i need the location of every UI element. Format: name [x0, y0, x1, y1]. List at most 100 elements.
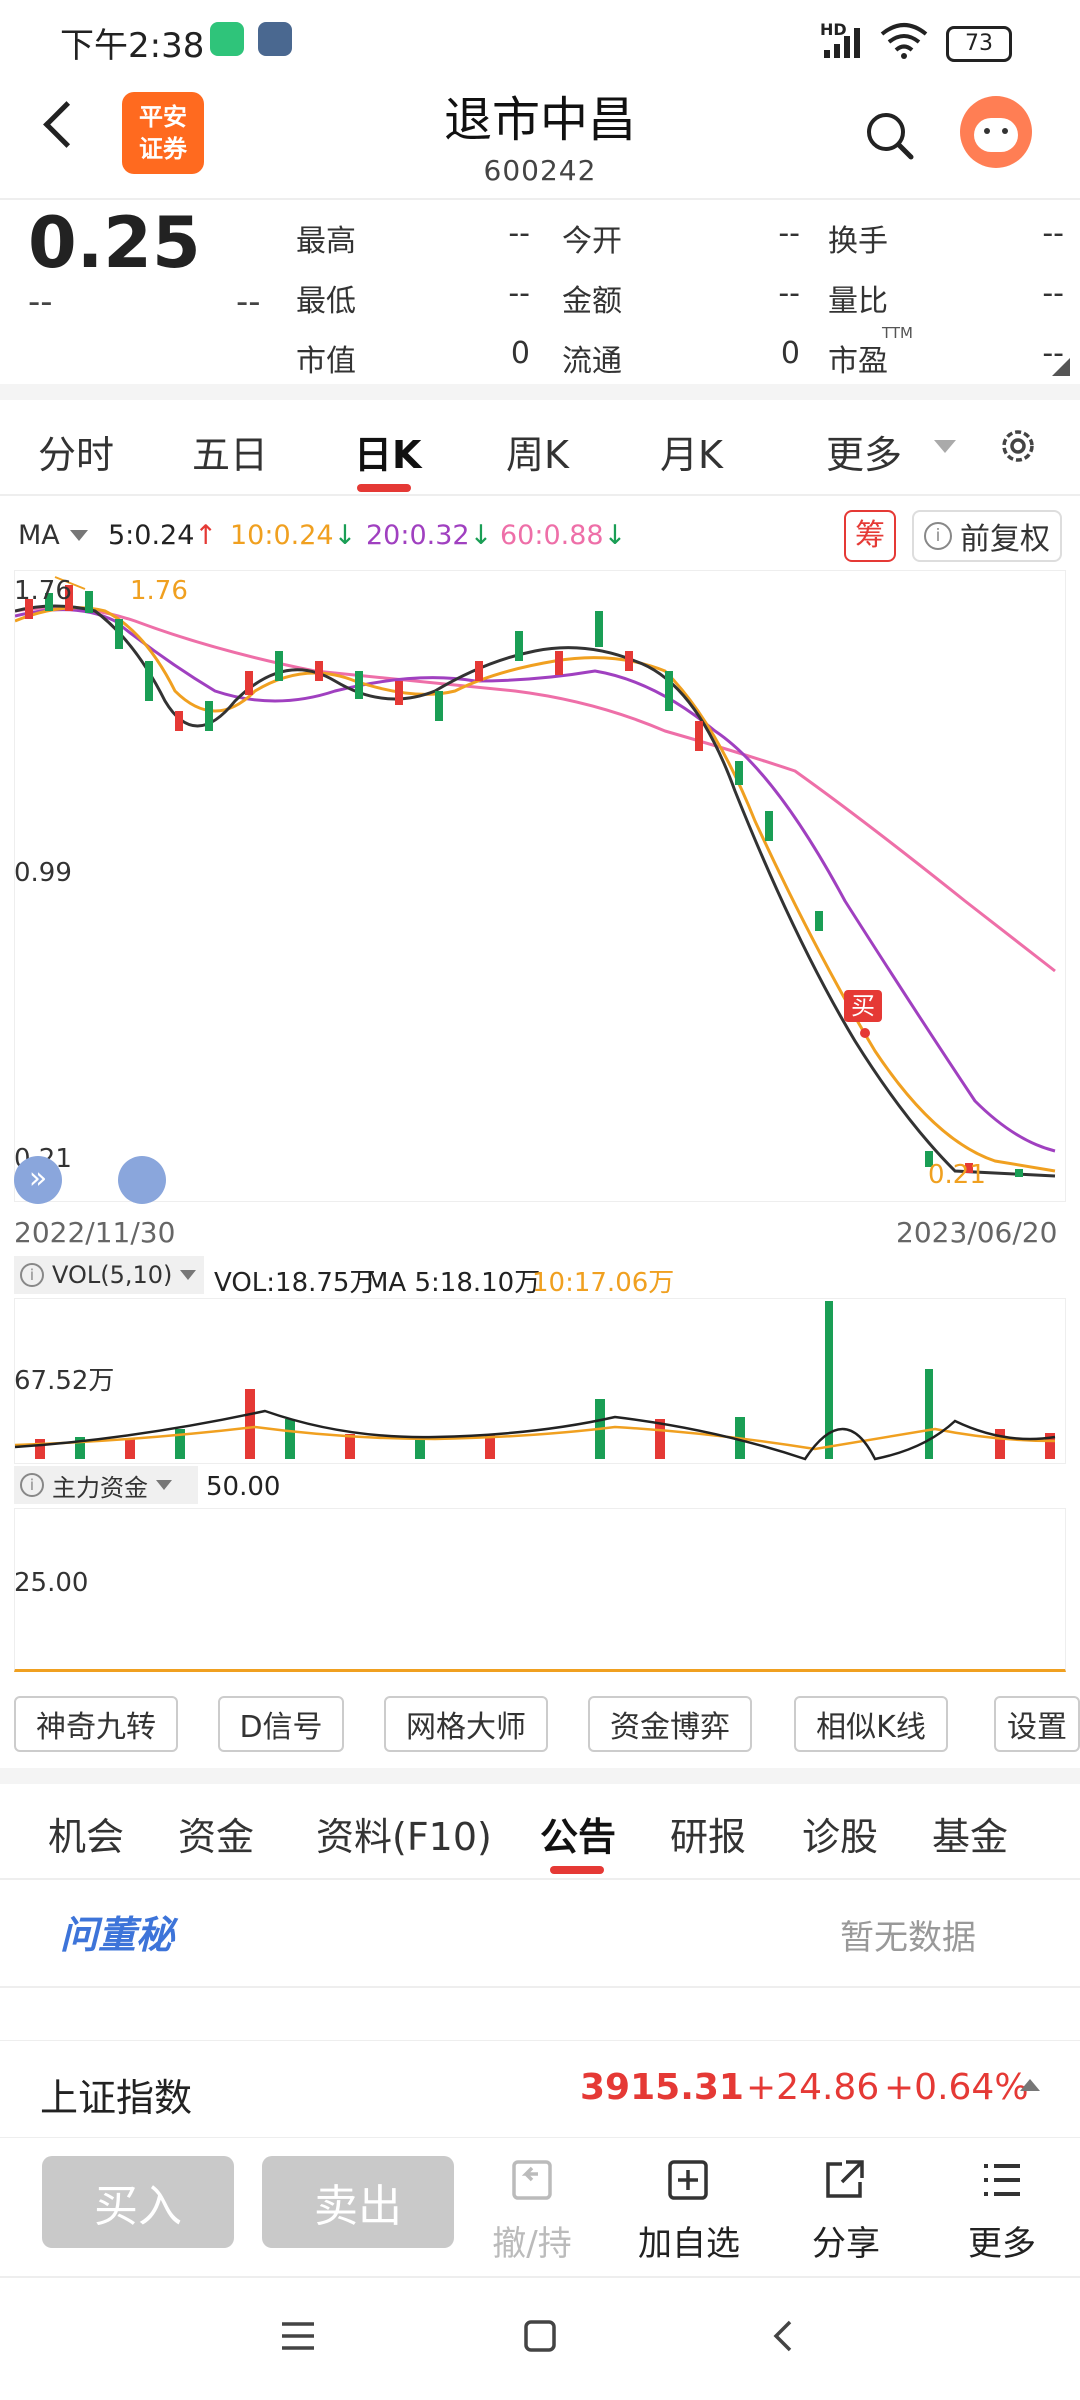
shield-app-icon	[210, 22, 244, 56]
system-back-icon[interactable]	[764, 2316, 804, 2356]
candles	[25, 585, 1023, 1177]
tab-capital[interactable]: 资金	[178, 1806, 254, 1861]
index-change-pct: +0.64%	[884, 2067, 1029, 2108]
end-date: 2023/06/20	[896, 1216, 1058, 1249]
share-button[interactable]: 分享	[794, 2216, 898, 2265]
capital-indicator-selector[interactable]: i 主力资金	[14, 1466, 198, 1504]
ma60-arrow: ↓	[603, 520, 627, 551]
ma10-value: 10:0.24↓	[230, 520, 356, 551]
expand-up-icon	[1020, 2079, 1040, 2091]
stock-name: 退市中昌	[443, 92, 636, 148]
ma20-text: 20:0.32	[366, 520, 470, 551]
ma10-text: 10:0.24	[230, 520, 334, 551]
volume-value: VOL:18.75万	[214, 1268, 376, 1298]
index-change: +24.86	[746, 2067, 880, 2108]
system-home-icon[interactable]	[520, 2316, 560, 2356]
quote-label-market-cap: 市值	[296, 344, 356, 379]
ttm-superscript: TTM	[882, 324, 914, 342]
share-icon	[826, 2160, 864, 2198]
volume-indicator-selector[interactable]: i VOL(5,10)	[14, 1256, 204, 1294]
ma-dropdown-icon[interactable]	[70, 530, 88, 541]
search-icon[interactable]	[864, 110, 916, 162]
index-bar[interactable]: 上证指数 3915.31 +24.86 +0.64%	[0, 2040, 1080, 2138]
current-price: 0.25	[28, 202, 201, 284]
tool-capital-game[interactable]: 资金博弈	[588, 1696, 752, 1752]
tool-grid-master[interactable]: 网格大师	[384, 1696, 548, 1752]
tab-opportunity[interactable]: 机会	[48, 1806, 124, 1861]
active-tab-indicator	[357, 484, 411, 492]
cancel-hold-button[interactable]: 撤/持	[480, 2216, 584, 2265]
capital-indicator-label: 主力资金	[52, 1473, 148, 1502]
expand-corner-icon[interactable]	[1052, 358, 1070, 376]
dropdown-icon	[180, 1270, 197, 1280]
volume-ma5: MA 5:18.10万	[366, 1268, 541, 1298]
dropdown-icon	[156, 1480, 172, 1490]
tab-research[interactable]: 研报	[670, 1806, 746, 1861]
tab-five-day[interactable]: 五日	[192, 424, 268, 479]
ma5-value: 5:0.24↑	[108, 520, 217, 551]
tab-daily-k[interactable]: 日K	[354, 424, 421, 479]
tool-settings[interactable]: 设置	[994, 1696, 1080, 1752]
signal-icon	[824, 28, 860, 58]
tab-intraday[interactable]: 分时	[38, 424, 114, 479]
system-menu-icon[interactable]	[278, 2316, 318, 2356]
y-label-high: 1.76	[14, 576, 72, 606]
assistant-avatar[interactable]	[960, 96, 1032, 168]
ma10-arrow: ↓	[333, 520, 357, 551]
fast-forward-icon[interactable]: »	[14, 1156, 62, 1204]
battery-level: 73	[965, 31, 993, 56]
chip-distribution-button[interactable]: 筹	[844, 510, 896, 562]
info-icon: i	[924, 522, 952, 550]
max-price-marker: 1.76	[130, 576, 188, 606]
buy-signal-dot	[860, 1028, 870, 1038]
quote-value-high: --	[508, 216, 530, 251]
add-watchlist-icon	[668, 2160, 708, 2200]
tool-similar-kline[interactable]: 相似K线	[794, 1696, 948, 1752]
quote-label-turnover: 换手	[828, 224, 888, 259]
quote-label-open: 今开	[562, 224, 622, 259]
more-list-icon	[984, 2164, 1020, 2196]
tab-monthly-k[interactable]: 月K	[660, 424, 723, 479]
volume-ma10: 10:17.06万	[532, 1268, 675, 1298]
quote-label-amount: 金额	[562, 284, 622, 319]
stock-code: 600242	[483, 154, 597, 187]
wifi-icon	[880, 23, 928, 59]
min-price-marker: 0.21	[928, 1160, 986, 1190]
add-watchlist-button[interactable]: 加自选	[630, 2216, 748, 2265]
tab-fund[interactable]: 基金	[932, 1806, 1008, 1861]
quote-value-float: 0	[780, 336, 800, 371]
tab-announcement[interactable]: 公告	[540, 1806, 616, 1861]
buy-signal-marker[interactable]: 买	[844, 990, 882, 1022]
tab-diagnosis[interactable]: 诊股	[802, 1806, 878, 1861]
more-dropdown-icon[interactable]	[934, 440, 956, 453]
capital-y-label: 25.00	[14, 1568, 89, 1598]
quote-label-pe: 市盈	[828, 344, 888, 379]
price-change-pct: --	[236, 282, 261, 322]
volume-chart	[14, 1298, 1066, 1464]
tool-magic-nine[interactable]: 神奇九转	[14, 1696, 178, 1752]
section-divider	[0, 1768, 1080, 1784]
gear-app-icon	[258, 22, 292, 56]
capital-chart	[14, 1508, 1066, 1672]
kline-chart[interactable]	[14, 570, 1066, 1202]
quote-label-high: 最高	[296, 224, 356, 259]
tool-d-signal[interactable]: D信号	[218, 1696, 344, 1752]
settings-gear-icon[interactable]	[996, 424, 1040, 468]
tab-weekly-k[interactable]: 周K	[506, 424, 569, 479]
tab-f10[interactable]: 资料(F10)	[316, 1806, 492, 1861]
fullscreen-icon[interactable]	[118, 1156, 166, 1204]
quote-value-market-cap: 0	[510, 336, 530, 371]
sell-button[interactable]: 卖出	[262, 2156, 454, 2248]
quote-label-low: 最低	[296, 284, 356, 319]
more-button[interactable]: 更多	[950, 2216, 1054, 2265]
dongmi-logo: 问董秘	[60, 1913, 175, 1957]
quote-label-float: 流通	[562, 344, 622, 379]
ma-label[interactable]: MA	[18, 520, 60, 551]
tab-more[interactable]: 更多	[826, 424, 902, 479]
adjust-mode-button[interactable]: i 前复权	[912, 510, 1062, 562]
status-bar: 下午2:38 HD 73	[0, 0, 1080, 80]
adjust-mode-label: 前复权	[960, 522, 1050, 557]
buy-button[interactable]: 买入	[42, 2156, 234, 2248]
quote-value-low: --	[508, 276, 530, 311]
ma60-value: 60:0.88↓	[500, 520, 626, 551]
